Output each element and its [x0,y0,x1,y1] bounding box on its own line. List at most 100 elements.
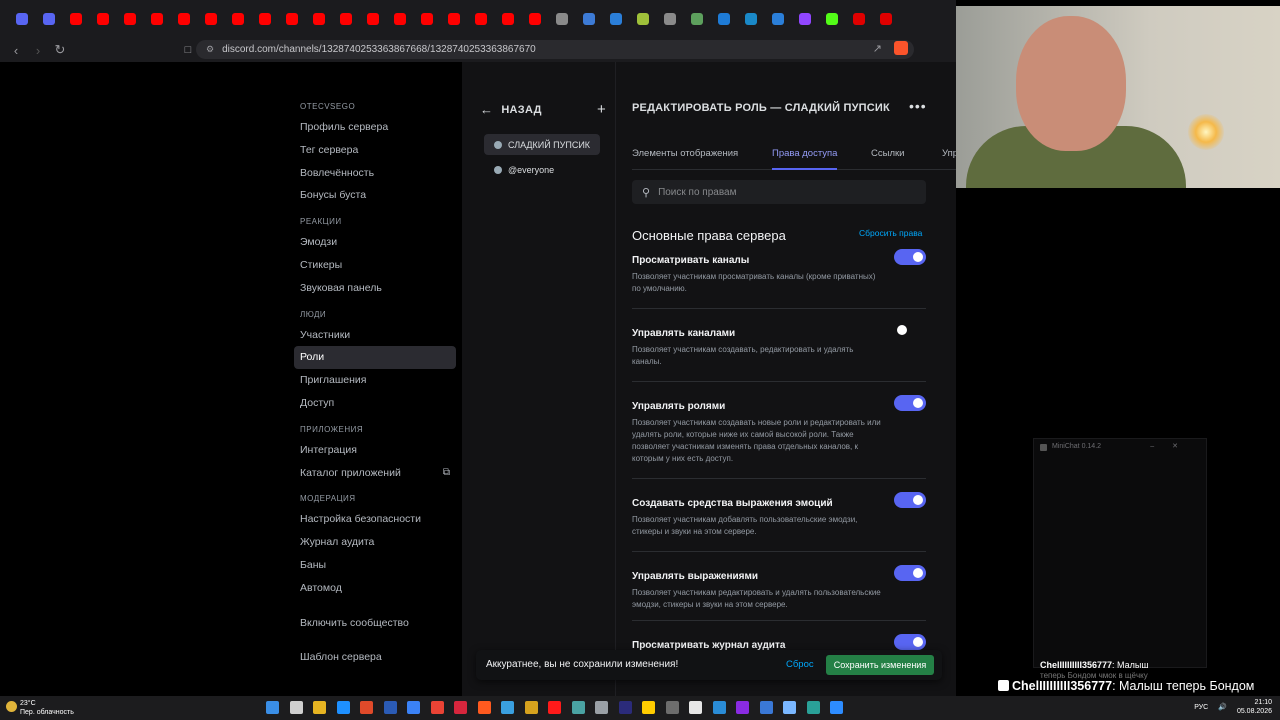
permission-toggle[interactable] [894,395,926,411]
share-icon[interactable]: ↗ [873,42,882,55]
taskbar-app-icon[interactable] [360,701,373,714]
tab-permissions[interactable]: Права доступа [772,148,838,170]
browser-tab[interactable] [89,0,116,38]
taskbar-app-icon[interactable] [524,701,538,714]
browser-tab[interactable] [656,0,683,38]
url-field[interactable]: ⚙ discord.com/channels/13287402533638676… [196,40,914,59]
clock[interactable]: 21:10 05.08.2026 [1237,698,1272,716]
taskbar-app-icon[interactable] [336,701,350,714]
nav-emoji[interactable]: Эмодзи [294,231,456,254]
reload-icon[interactable]: ↻ [50,40,70,60]
reset-permissions-link[interactable]: Сбросить права [859,228,922,238]
taskbar-app-icon[interactable] [407,701,420,714]
nav-server-tag[interactable]: Тег сервера [294,139,456,162]
taskbar-app-icon[interactable] [313,701,326,714]
browser-tab[interactable] [872,0,899,38]
permission-search-input[interactable]: ⚲ Поиск по правам [632,180,926,204]
browser-tab[interactable] [62,0,89,38]
taskbar-app-icon[interactable] [571,701,585,714]
nav-bans[interactable]: Баны [294,554,456,577]
bookmark-icon[interactable]: □ [178,40,198,60]
browser-tab[interactable] [413,0,440,38]
nav-audit-log[interactable]: Журнал аудита [294,531,456,554]
create-role-button[interactable]: + [597,101,606,118]
browser-tab[interactable] [467,0,494,38]
back-button[interactable]: НАЗАД [501,104,541,116]
tab-links[interactable]: Ссылки [871,148,904,170]
nav-invites[interactable]: Приглашения [294,369,456,392]
tab-display[interactable]: Элементы отображения [632,148,738,170]
taskbar-app-icon[interactable] [501,701,514,714]
browser-tab[interactable] [8,0,35,38]
brave-shields-icon[interactable] [894,41,908,55]
browser-tab[interactable] [629,0,656,38]
taskbar-app-icon[interactable] [430,701,444,714]
taskbar-app-icon[interactable] [759,701,773,714]
site-info-icon[interactable]: ⚙ [206,44,214,55]
nav-access[interactable]: Доступ [294,392,456,415]
browser-tab[interactable] [764,0,791,38]
nav-stickers[interactable]: Стикеры [294,254,456,277]
permission-toggle[interactable] [894,322,926,338]
taskbar-app-icon[interactable] [689,701,702,714]
browser-tab[interactable] [494,0,521,38]
taskbar-app-icon[interactable] [783,701,796,714]
taskbar-app-icon[interactable] [266,701,279,714]
nav-roles[interactable]: Роли [294,346,456,370]
taskbar-app-icon[interactable] [595,701,608,714]
back-arrow-icon[interactable]: ← [480,102,493,117]
taskbar-app-icon[interactable] [477,701,491,714]
nav-app-directory[interactable]: Каталог приложений ⧉ [294,462,456,485]
browser-tab[interactable] [35,0,62,38]
reset-button[interactable]: Сброс [786,659,814,670]
browser-tab[interactable] [440,0,467,38]
permission-toggle[interactable] [894,634,926,650]
nav-boost-perks[interactable]: Бонусы буста [294,184,456,207]
taskbar-app-icon[interactable] [712,701,726,714]
browser-tab[interactable] [278,0,305,38]
back-arrow-icon[interactable]: ‹ [6,40,26,60]
taskbar-app-icon[interactable] [289,701,303,714]
browser-tab[interactable] [359,0,386,38]
nav-safety-setup[interactable]: Настройка безопасности [294,508,456,531]
browser-tab[interactable] [845,0,872,38]
permission-toggle[interactable] [894,249,926,265]
permission-toggle[interactable] [894,565,926,581]
taskbar-app-icon[interactable] [642,701,655,714]
taskbar-app-icon[interactable] [454,701,467,714]
taskbar-app-icon[interactable] [830,701,843,714]
browser-tab[interactable] [197,0,224,38]
browser-tab[interactable] [251,0,278,38]
role-item-selected[interactable]: СЛАДКИЙ ПУПСИК [484,134,600,155]
nav-server-profile[interactable]: Профиль сервера [294,116,456,139]
nav-server-template[interactable]: Шаблон сервера [294,646,456,669]
browser-tab[interactable] [710,0,737,38]
role-item-everyone[interactable]: @everyone [484,159,600,180]
browser-tab[interactable] [521,0,548,38]
browser-tab[interactable] [548,0,575,38]
window-controls[interactable]: –✕ [1150,439,1196,455]
browser-tab[interactable] [332,0,359,38]
browser-tab[interactable] [818,0,845,38]
browser-tab[interactable] [575,0,602,38]
browser-tab[interactable] [737,0,764,38]
browser-tab[interactable] [116,0,143,38]
taskbar-app-icon[interactable] [548,701,561,714]
volume-icon[interactable]: 🔊 [1218,703,1227,711]
nav-automod[interactable]: Автомод [294,577,456,600]
taskbar-app-icon[interactable] [736,701,749,714]
taskbar-app-icon[interactable] [665,701,679,714]
permission-toggle[interactable] [894,492,926,508]
nav-soundboard[interactable]: Звуковая панель [294,277,456,300]
taskbar-app-icon[interactable] [383,701,397,714]
language-indicator[interactable]: РУС [1194,704,1208,711]
weather-widget[interactable]: 23°C Пер. облачность [6,699,74,717]
browser-tab[interactable] [170,0,197,38]
more-options-icon[interactable]: ••• [909,98,927,114]
browser-tab[interactable] [386,0,413,38]
nav-enable-community[interactable]: Включить сообщество [294,612,456,635]
browser-tab[interactable] [305,0,332,38]
taskbar-app-icon[interactable] [618,701,632,714]
tab-manage[interactable]: Упр [942,148,956,170]
nav-members[interactable]: Участники [294,324,456,347]
